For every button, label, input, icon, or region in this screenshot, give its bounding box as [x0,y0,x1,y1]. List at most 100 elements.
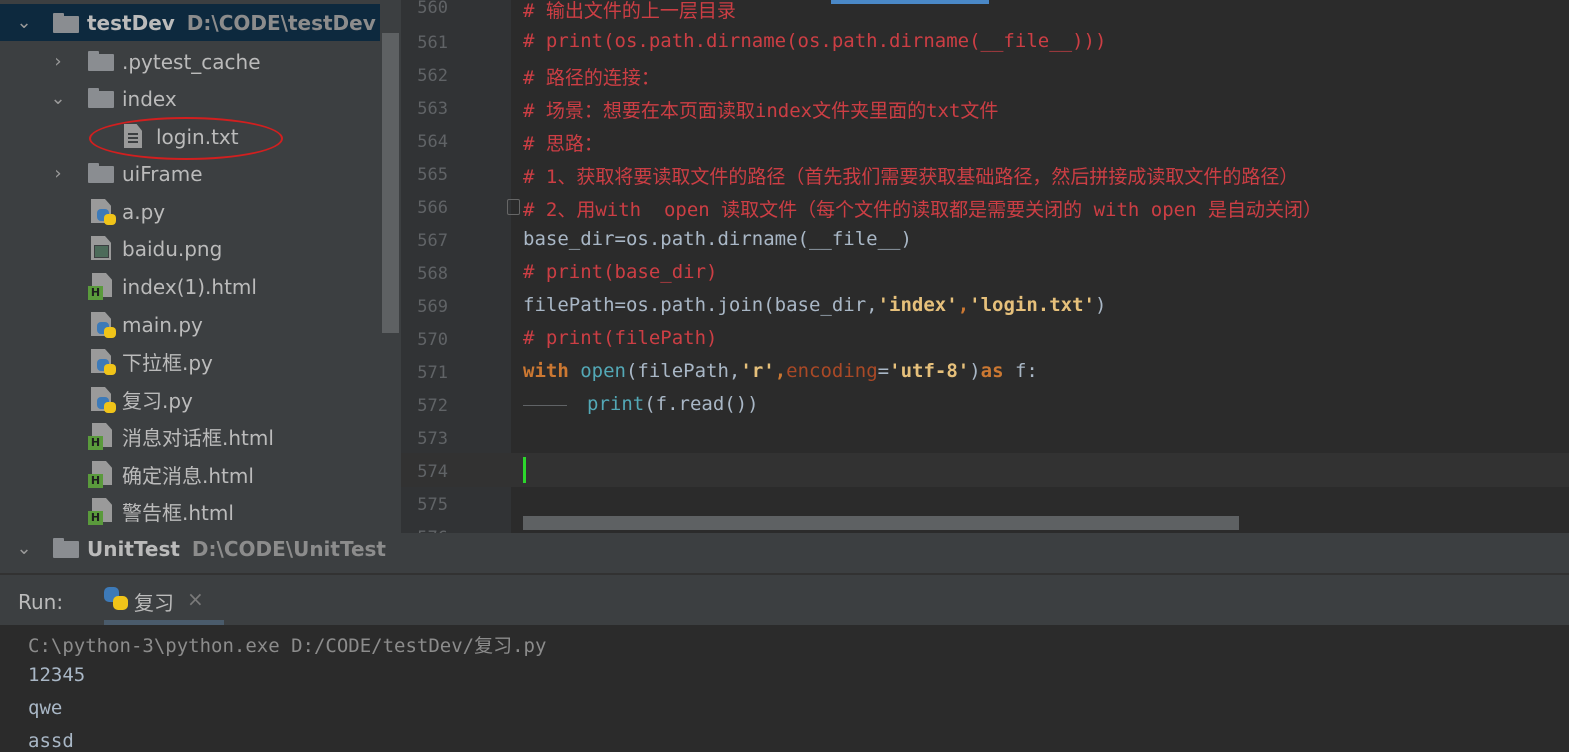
line-number: 573 [417,429,448,449]
horizontal-scrollbar[interactable] [523,516,1239,530]
code-line-568: # print(base_dir) [523,261,718,283]
tree-item-msg-dialog-html[interactable]: H 消息对话框.html [0,418,380,455]
code-line-572: print(f.read()) [587,393,759,415]
chevron-right-icon[interactable]: › [48,163,68,184]
line-number: 574 [417,462,448,482]
tree-root-unittest[interactable]: ⌄ UnitTest D:\CODE\UnitTest [0,530,386,567]
html-file-icon: H [88,423,114,451]
tree-item-label: 下拉框.py [122,351,213,375]
tree-item-index1-html[interactable]: H index(1).html [0,268,380,305]
folder-icon [53,538,79,558]
tree-item-alert-html[interactable]: H 警告框.html [0,493,380,530]
editor-bottom-area [401,533,1569,573]
line-number: 568 [417,264,448,284]
console-line: qwe [28,697,63,719]
python-file-icon [91,199,117,225]
tree-item-label: uiFrame [122,161,203,186]
folder-icon [53,13,79,33]
tree-item-label: 确定消息.html [122,464,254,488]
code-line-564: # 思路： [523,133,603,155]
tree-item-label: index(1).html [122,274,257,299]
line-number: 562 [417,66,448,86]
code-editor[interactable]: 560 561 562 563 564 565 566 567 568 569 … [401,0,1569,533]
project-tree-panel: ⌄ testDev D:\CODE\testDev › .pytest_cache… [0,0,401,573]
code-line-566: # 2、用with open 读取文件（每个文件的读取都是需要关闭的 with … [523,199,1322,221]
python-file-icon [91,312,117,338]
tree-item-label: 复习.py [122,389,193,413]
line-number: 572 [417,396,448,416]
close-icon[interactable]: × [187,587,204,611]
tree-item-pytest-cache[interactable]: › .pytest_cache [0,43,380,80]
line-number: 566 [417,198,448,218]
tree-item-index[interactable]: ⌄ index [0,80,380,117]
tree-item-dropdown-py[interactable]: 下拉框.py [0,343,380,380]
run-tab[interactable]: 复习 × [104,575,224,625]
indent-guide [523,405,567,406]
tree-item-uiframe[interactable]: › uiFrame [0,155,380,192]
current-line-highlight [401,453,1569,487]
chevron-down-icon[interactable]: ⌄ [48,88,68,109]
code-line-561: # print(os.path.dirname(os.path.dirname(… [523,30,1107,52]
html-file-icon: H [88,498,114,526]
tree-item-label: index [122,86,177,111]
fold-marker-icon[interactable] [507,199,520,215]
root-path: D:\CODE\testDev [186,10,376,35]
tree-item-label: 消息对话框.html [122,426,274,450]
tree-item-confirm-html[interactable]: H 确定消息.html [0,456,380,493]
line-number: 567 [417,231,448,251]
line-number: 565 [417,165,448,185]
tree-item-label: .pytest_cache [122,49,261,74]
folder-icon [88,163,114,183]
tree-item-label: baidu.png [122,236,223,261]
tree-item-label: a.py [122,199,166,224]
html-file-icon: H [88,461,114,489]
tree-item-review-py[interactable]: 复习.py [0,381,380,418]
tree-item-a-py[interactable]: a.py [0,193,380,230]
code-line-571: with open(filePath,'r',encoding='utf-8')… [523,360,1038,382]
tree-item-main-py[interactable]: main.py [0,306,380,343]
chevron-right-icon[interactable]: › [48,51,68,72]
run-tab-underline [104,620,224,625]
root-name: UnitTest [87,536,180,561]
chevron-down-icon[interactable]: ⌄ [14,12,34,33]
text-caret [523,457,526,483]
tree-root-testdev[interactable]: ⌄ testDev D:\CODE\testDev [0,4,380,41]
html-file-icon: H [88,273,114,301]
folder-icon [88,88,114,108]
code-line-565: # 1、获取将要读取文件的路径（首先我们需要获取基础路径，然后拼接成读取文件的路… [523,166,1299,188]
code-line-569: filePath=os.path.join(base_dir,'index','… [523,294,1107,316]
run-panel: Run: 复习 × C:\python-3\python.exe D:/CODE… [0,573,1569,752]
python-file-icon [91,387,117,413]
tree-scrollbar[interactable] [382,33,399,333]
code-line-563: # 场景：想要在本页面读取index文件夹里面的txt文件 [523,100,999,122]
line-number: 563 [417,99,448,119]
root-path: D:\CODE\UnitTest [191,536,386,561]
run-panel-header: Run: 复习 × [0,575,1569,625]
code-line-570: # print(filePath) [523,327,718,349]
root-name: testDev [87,10,175,35]
code-line-567: base_dir=os.path.dirname(__file__) [523,228,912,250]
active-tab-indicator [831,0,989,4]
line-number: 561 [417,33,448,53]
code-line-560: # 输出文件的上一层目录 [523,0,736,22]
console-line: C:\python-3\python.exe D:/CODE/testDev/复… [28,635,547,657]
chevron-down-icon[interactable]: ⌄ [14,538,34,559]
tree-item-label: 警告框.html [122,501,234,525]
tree-item-label: main.py [122,312,203,337]
line-number: 571 [417,363,448,383]
line-number: 569 [417,297,448,317]
code-line-562: # 路径的连接： [523,67,660,89]
console-line: 12345 [28,664,86,686]
red-annotation-ellipse [89,117,283,160]
line-number: 575 [417,495,448,515]
line-number: 564 [417,132,448,152]
line-number: 570 [417,330,448,350]
console-line: assd [28,730,74,752]
tree-item-baidu-png[interactable]: baidu.png [0,230,380,267]
run-tab-label: 复习 [134,591,174,615]
run-label: Run: [18,590,64,614]
image-file-icon [91,236,111,260]
line-number: 560 [417,0,448,18]
folder-icon [88,51,114,71]
python-icon [104,585,128,611]
